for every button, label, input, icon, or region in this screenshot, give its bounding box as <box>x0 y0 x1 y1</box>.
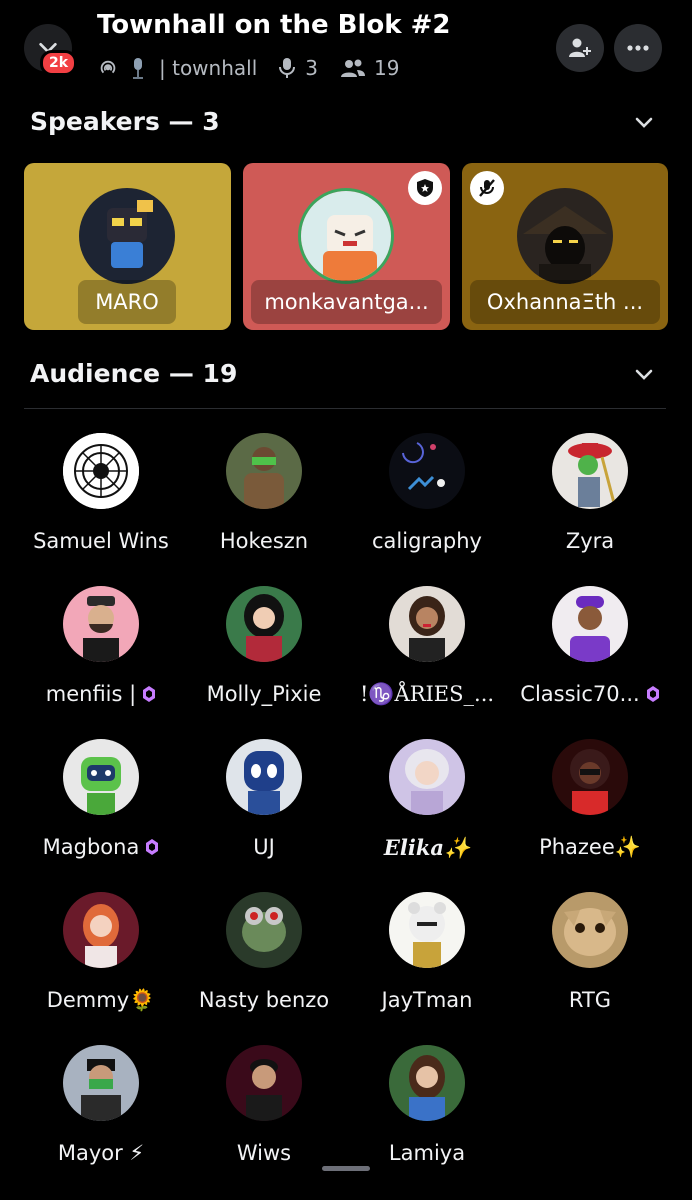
listener-count: 19 <box>374 56 400 80</box>
avatar <box>389 586 465 662</box>
audience-member[interactable]: Samuel Wins <box>16 433 186 553</box>
stage-icon <box>100 60 116 74</box>
users-icon <box>341 59 365 77</box>
audience-member[interactable]: Lamiya <box>342 1045 512 1165</box>
audience-member[interactable]: Zyra <box>505 433 675 553</box>
audience-name: UJ <box>253 835 275 859</box>
speakers-section-title: Speakers — 3 <box>30 107 220 136</box>
avatar <box>226 892 302 968</box>
audience-name: Elika✨ <box>383 835 471 860</box>
muted-microphone-icon <box>470 171 504 205</box>
notification-badge: 2k <box>40 50 78 76</box>
audience-member[interactable]: JayTman <box>342 892 512 1012</box>
audience-name: Nasty benzo <box>198 988 330 1012</box>
avatar <box>63 1045 139 1121</box>
audience-member[interactable]: Magbona <box>16 739 186 859</box>
audience-name: Hokeszn <box>219 529 309 553</box>
home-indicator[interactable] <box>322 1166 370 1171</box>
audience-name: Classic70... <box>520 682 640 706</box>
stage-header: 2k Townhall on the Blok #2 | townhall 3 … <box>0 0 692 100</box>
audience-member[interactable]: !♑ÅRIES_... <box>342 586 512 707</box>
audience-section-title: Audience — 19 <box>30 359 238 388</box>
invite-button[interactable] <box>556 24 604 72</box>
audience-member[interactable]: Nasty benzo <box>179 892 349 1012</box>
audience-member[interactable]: RTG <box>505 892 675 1012</box>
audience-member[interactable]: Wiws <box>179 1045 349 1165</box>
audience-name: caligraphy <box>372 529 482 553</box>
audience-member[interactable]: Phazee✨ <box>505 739 675 860</box>
speaker-card[interactable]: monkavantga... <box>243 163 450 330</box>
audience-name: Zyra <box>565 529 615 553</box>
add-user-icon <box>569 38 591 57</box>
nitro-badge-icon <box>146 839 159 855</box>
avatar <box>389 1045 465 1121</box>
avatar <box>552 586 628 662</box>
stage-meta: | townhall 3 19 <box>97 56 399 80</box>
avatar <box>63 586 139 662</box>
avatar <box>63 739 139 815</box>
avatar <box>63 892 139 968</box>
moderator-shield-icon <box>408 171 442 205</box>
speaker-count: 3 <box>305 56 318 80</box>
audience-name: menfiis | <box>45 682 137 706</box>
avatar <box>552 433 628 509</box>
avatar <box>79 188 175 284</box>
audience-name: Wiws <box>236 1141 292 1165</box>
avatar <box>552 739 628 815</box>
audience-name: Samuel Wins <box>33 529 169 553</box>
audience-name: Molly_Pixie <box>206 682 322 706</box>
audience-name: Magbona <box>42 835 140 859</box>
channel-name: | townhall <box>159 56 258 80</box>
speaker-name: OxhannaΞth ... <box>470 280 660 324</box>
audience-member[interactable]: Demmy🌻 <box>16 892 186 1013</box>
avatar <box>298 188 394 284</box>
audience-name: Phazee✨ <box>539 835 641 859</box>
speaker-card[interactable]: MARO <box>24 163 231 330</box>
audience-member[interactable]: UJ <box>179 739 349 859</box>
avatar <box>552 892 628 968</box>
avatar <box>63 433 139 509</box>
avatar <box>226 1045 302 1121</box>
audience-name: JayTman <box>381 988 473 1012</box>
section-divider <box>24 408 666 409</box>
microphone-emoji-icon <box>133 58 143 79</box>
nitro-badge-icon <box>143 686 156 702</box>
avatar <box>389 433 465 509</box>
audience-member[interactable]: Hokeszn <box>179 433 349 553</box>
audience-member[interactable]: Mayor ⚡ <box>16 1045 186 1165</box>
audience-name: Demmy🌻 <box>46 988 156 1012</box>
avatar <box>389 892 465 968</box>
audience-member[interactable]: menfiis | <box>16 586 186 706</box>
audience-name: RTG <box>568 988 612 1012</box>
speaker-card[interactable]: OxhannaΞth ... <box>462 163 668 330</box>
speakers-collapse-chevron-icon[interactable] <box>632 110 656 134</box>
more-options-button[interactable] <box>614 24 662 72</box>
ellipsis-icon <box>627 45 649 51</box>
audience-member[interactable]: caligraphy <box>342 433 512 553</box>
audience-collapse-chevron-icon[interactable] <box>632 362 656 386</box>
avatar <box>226 586 302 662</box>
audience-name: Mayor ⚡ <box>57 1141 145 1165</box>
audience-name: Lamiya <box>388 1141 466 1165</box>
audience-member[interactable]: Classic70... <box>505 586 675 706</box>
avatar <box>226 433 302 509</box>
speaker-name: monkavantga... <box>251 280 442 324</box>
avatar <box>517 188 613 284</box>
audience-member[interactable]: Elika✨ <box>342 739 512 861</box>
speaker-name: MARO <box>78 280 176 324</box>
audience-member[interactable]: Molly_Pixie <box>179 586 349 706</box>
avatar <box>226 739 302 815</box>
avatar <box>389 739 465 815</box>
nitro-badge-icon <box>646 686 659 702</box>
stage-title: Townhall on the Blok #2 <box>97 10 451 40</box>
microphone-icon <box>279 58 296 78</box>
audience-name: !♑ÅRIES_... <box>359 682 495 706</box>
